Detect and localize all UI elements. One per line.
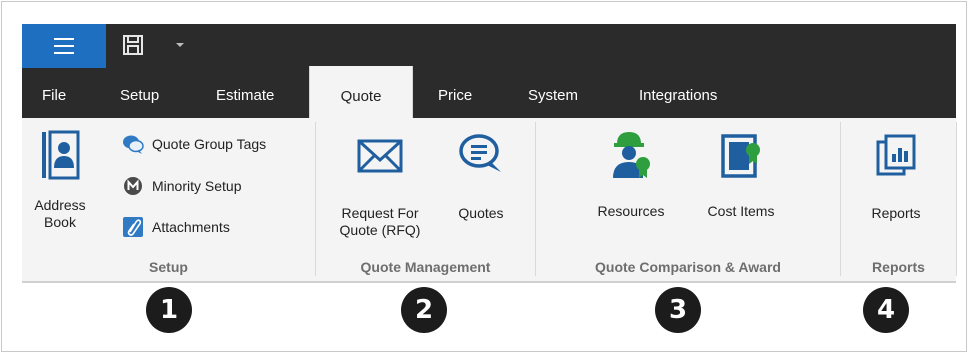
tab-system[interactable]: System (528, 68, 578, 118)
quick-access-dropdown[interactable] (172, 37, 188, 53)
report-chart-icon (876, 134, 916, 176)
resources-label: Resources (597, 203, 665, 219)
tab-price[interactable]: Price (438, 68, 472, 118)
tab-setup[interactable]: Setup (120, 68, 159, 118)
attachments-button[interactable]: Attachments (122, 215, 230, 239)
address-book-button[interactable]: Address Book (28, 118, 92, 231)
group-divider (956, 122, 957, 276)
tab-quote[interactable]: Quote (309, 66, 413, 120)
minority-setup-label: Minority Setup (152, 178, 242, 194)
paperclip-icon (122, 216, 144, 238)
group-label-setup: Setup (149, 259, 188, 275)
worker-icon (613, 132, 650, 178)
ribbon-tab-strip: File Setup Estimate Quote Price System I… (22, 66, 956, 120)
hamburger-icon (54, 38, 74, 54)
chat-bubbles-icon (122, 133, 144, 155)
quote-group-tags-button[interactable]: Quote Group Tags (122, 132, 266, 156)
title-bar (22, 24, 956, 68)
app-menu-button[interactable] (22, 24, 106, 68)
callout-badge-1: 1 (146, 287, 192, 333)
resources-button[interactable]: Resources (586, 118, 676, 220)
request-for-quote-label: Request For Quote (RFQ) (339, 205, 421, 238)
quotes-label: Quotes (458, 205, 504, 221)
chevron-down-icon (176, 43, 184, 47)
reports-label: Reports (871, 205, 921, 221)
attachments-label: Attachments (152, 219, 230, 235)
cost-items-icon (721, 134, 760, 178)
save-button[interactable] (122, 34, 144, 56)
cost-items-label: Cost Items (707, 203, 775, 219)
group-label-reports: Reports (872, 259, 925, 275)
address-book-icon (42, 130, 80, 180)
group-label-quote-comparison: Quote Comparison & Award (595, 259, 781, 275)
callout-badge-4: 4 (863, 287, 909, 333)
address-book-label: Address Book (34, 197, 86, 230)
minority-setup-button[interactable]: Minority Setup (122, 174, 241, 198)
tab-file[interactable]: File (42, 68, 66, 118)
quotes-button[interactable]: Quotes (446, 118, 516, 222)
envelope-icon (357, 139, 403, 173)
callout-badge-3: 3 (655, 287, 701, 333)
cost-items-button[interactable]: Cost Items (696, 118, 786, 220)
ribbon-panel: Address Book Quote Group Tags Minority S… (22, 118, 957, 283)
callout-badge-2: 2 (401, 287, 447, 333)
group-quote-management: Request For Quote (RFQ) Quotes Quote Man… (316, 118, 535, 281)
group-reports: Reports Reports (841, 118, 956, 281)
speech-bubble-icon (459, 134, 501, 172)
save-icon (123, 35, 143, 55)
group-quote-comparison: Resources Cost Items Quote Comparison & … (536, 118, 840, 281)
minority-badge-icon (122, 175, 144, 197)
reports-button[interactable]: Reports (853, 118, 939, 222)
request-for-quote-button[interactable]: Request For Quote (RFQ) (330, 118, 430, 239)
group-setup: Address Book Quote Group Tags Minority S… (22, 118, 315, 281)
tab-estimate[interactable]: Estimate (216, 68, 274, 118)
group-label-quote-management: Quote Management (360, 259, 491, 275)
quote-group-tags-label: Quote Group Tags (152, 136, 267, 152)
tab-integrations[interactable]: Integrations (639, 68, 717, 118)
